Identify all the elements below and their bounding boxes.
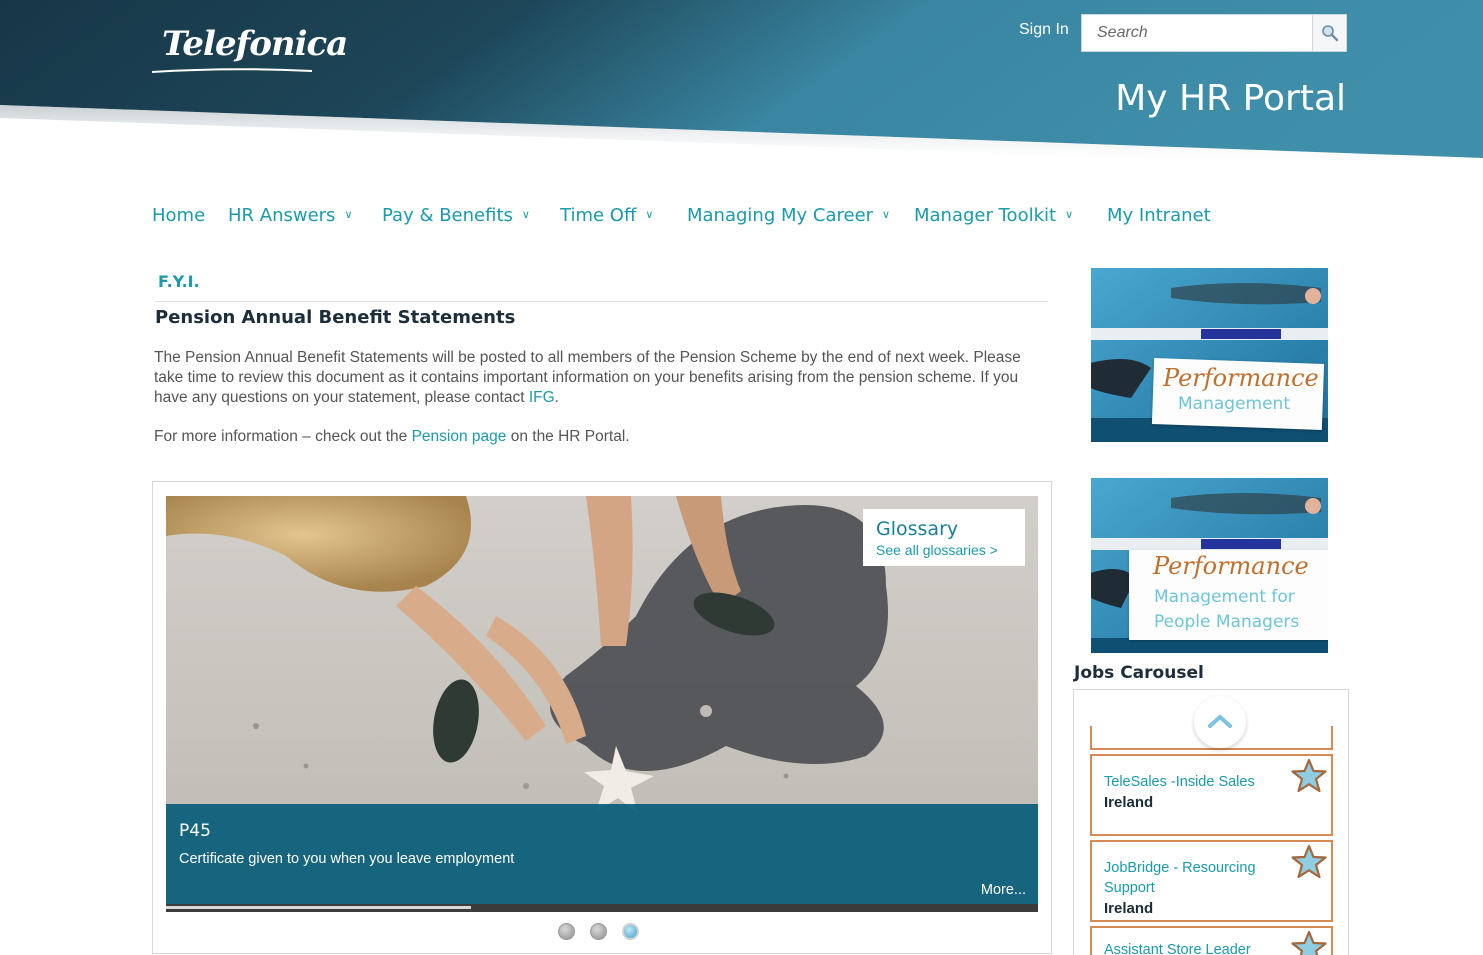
chevron-down-icon: ∨ — [645, 208, 654, 221]
chevron-down-icon: ∨ — [344, 208, 353, 221]
job-card[interactable]: JobBridge - Resourcing Support Ireland — [1090, 840, 1333, 922]
more-prefix: For more information – check out the — [154, 428, 412, 445]
fyi-heading: F.Y.I. — [158, 272, 200, 291]
article-title: Pension Annual Benefit Statements — [155, 307, 516, 328]
performance-management-managers-banner[interactable]: Performance Management for People Manage… — [1091, 478, 1328, 653]
nav-my-intranet[interactable]: My Intranet — [1107, 205, 1211, 226]
banner-subtitle: Management — [1178, 394, 1290, 414]
more-suffix: on the HR Portal. — [506, 428, 630, 445]
banner-script-text: Performance — [1163, 364, 1319, 392]
star-icon[interactable] — [1290, 758, 1328, 794]
slide-progress-bar — [166, 904, 1038, 912]
performance-management-banner[interactable]: Performance Management — [1091, 268, 1328, 442]
article-text-end: . — [554, 389, 559, 406]
logo-text: Telefonica — [162, 24, 348, 64]
slide-caption: P45 Certificate given to you when you le… — [166, 804, 1038, 904]
nav-managing-my-career[interactable]: Managing My Career ∨ — [687, 205, 890, 226]
chevron-up-icon — [1208, 715, 1232, 728]
more-link[interactable]: More... — [981, 882, 1026, 898]
glossary-box: Glossary See all glossaries > — [863, 509, 1025, 566]
search-input[interactable] — [1082, 15, 1312, 51]
search-box — [1081, 14, 1347, 52]
search-icon — [1322, 25, 1339, 42]
nav-hr-answers[interactable]: HR Answers ∨ — [228, 205, 353, 226]
ifg-link[interactable]: IFG — [529, 389, 555, 406]
pension-page-link[interactable]: Pension page — [412, 428, 507, 445]
chevron-down-icon: ∨ — [1065, 208, 1074, 221]
job-card[interactable]: TeleSales -Inside Sales Ireland — [1090, 754, 1333, 836]
job-title: JobBridge - Resourcing Support — [1104, 860, 1256, 896]
jobs-carousel-heading: Jobs Carousel — [1074, 663, 1204, 683]
star-icon[interactable] — [1290, 930, 1328, 955]
site-header: Telefonica Sign In My HR Portal — [0, 0, 1483, 175]
logo-swoosh-icon — [152, 68, 312, 73]
job-title: TeleSales -Inside Sales — [1104, 774, 1255, 790]
job-location: Ireland — [1104, 794, 1154, 811]
jobs-carousel: TeleSales -Inside Sales Ireland JobBridg… — [1073, 689, 1349, 955]
chevron-down-icon: ∨ — [521, 208, 530, 221]
banner-subtitle: People Managers — [1154, 612, 1300, 632]
nav-home[interactable]: Home — [152, 205, 205, 226]
nav-label: Home — [152, 205, 206, 226]
nav-pay-benefits[interactable]: Pay & Benefits ∨ — [382, 205, 530, 226]
glossary-slideshow: Glossary See all glossaries > P45 Certif… — [152, 481, 1052, 954]
article-body: The Pension Annual Benefit Statements wi… — [154, 348, 1044, 408]
slide-dot-2[interactable] — [590, 923, 607, 940]
sign-in-link[interactable]: Sign In — [1019, 21, 1069, 39]
nav-label: HR Answers — [228, 205, 336, 226]
banner-subtitle: Management for — [1154, 587, 1295, 607]
nav-label: Time Off — [560, 205, 637, 226]
job-card[interactable]: Assistant Store Leader — [1090, 926, 1333, 955]
job-location: Ireland — [1104, 900, 1154, 917]
banner-script-text: Performance — [1153, 552, 1309, 580]
star-icon[interactable] — [1290, 844, 1328, 880]
see-all-glossaries-link[interactable]: See all glossaries > — [876, 542, 1025, 558]
divider — [155, 301, 1048, 302]
article-more-info: For more information – check out the Pen… — [154, 428, 630, 446]
job-title: Assistant Store Leader — [1104, 942, 1251, 955]
portal-title: My HR Portal — [1115, 78, 1346, 119]
nav-manager-toolkit[interactable]: Manager Toolkit ∨ — [914, 205, 1073, 226]
caption-text: Certificate given to you when you leave … — [179, 851, 515, 867]
nav-time-off[interactable]: Time Off ∨ — [560, 205, 653, 226]
nav-label: My Intranet — [1107, 205, 1211, 226]
caption-title: P45 — [179, 821, 211, 841]
glossary-title: Glossary — [876, 518, 959, 540]
slide-progress-fill — [166, 906, 472, 909]
scroll-up-button[interactable] — [1194, 696, 1246, 748]
nav-label: Managing My Career — [687, 205, 874, 226]
chevron-down-icon: ∨ — [882, 208, 891, 221]
slide-image[interactable]: Glossary See all glossaries > P45 Certif… — [166, 496, 1038, 912]
article-text: The Pension Annual Benefit Statements wi… — [154, 349, 1021, 406]
telefonica-logo[interactable]: Telefonica — [152, 22, 348, 78]
nav-label: Manager Toolkit — [914, 205, 1057, 226]
search-button[interactable] — [1312, 15, 1346, 51]
slide-dot-1[interactable] — [558, 923, 575, 940]
slide-dot-3[interactable] — [622, 923, 639, 940]
nav-label: Pay & Benefits — [382, 205, 513, 226]
